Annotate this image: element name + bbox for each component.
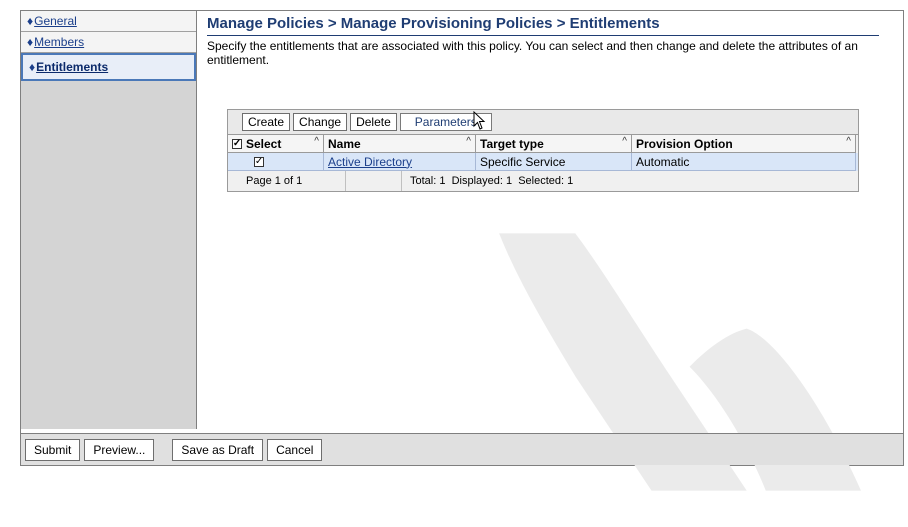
sort-icon[interactable]: ^ [314, 136, 319, 147]
sidebar-item-label[interactable]: Entitlements [36, 60, 108, 74]
sidebar-item-entitlements[interactable]: ♦Entitlements [21, 53, 196, 81]
column-header-label: Name [328, 136, 361, 151]
sort-icon[interactable]: ^ [846, 136, 851, 147]
target-type-cell: Specific Service [476, 153, 632, 171]
app-frame: ♦General ♦Members ♦Entitlements Manage P… [20, 10, 904, 491]
row-select-cell: ✓ [228, 153, 324, 171]
select-all-checkbox[interactable]: ✓ [232, 138, 242, 149]
sidebar-item-general[interactable]: ♦General [21, 11, 196, 32]
page-description: Specify the entitlements that are associ… [207, 39, 858, 67]
table-row[interactable]: ✓ Active Directory Specific Service Auto… [228, 153, 858, 171]
column-header-select[interactable]: ✓ Select ^ [228, 135, 324, 153]
sidebar-item-label[interactable]: Members [34, 35, 84, 49]
sort-icon[interactable]: ^ [622, 136, 627, 147]
watermark-shape [499, 233, 861, 491]
table-footer: Page 1 of 1 Total: 1 Displayed: 1 Select… [228, 171, 858, 191]
breadcrumb: Manage Policies > Manage Provisioning Po… [207, 15, 879, 36]
sidebar-item-label[interactable]: General [34, 14, 77, 28]
provision-option-cell: Automatic [632, 153, 856, 171]
cancel-button[interactable]: Cancel [267, 438, 323, 461]
column-header-target-type[interactable]: Target type ^ [476, 135, 632, 153]
table-summary: Total: 1 Displayed: 1 Selected: 1 [410, 175, 574, 187]
mouse-cursor-icon [473, 111, 486, 130]
delete-button[interactable]: Delete [350, 113, 397, 131]
change-button[interactable]: Change [293, 113, 348, 131]
bullet-icon: ♦ [27, 14, 34, 28]
save-as-draft-button[interactable]: Save as Draft [172, 438, 264, 461]
column-header-label: Provision Option [636, 136, 733, 151]
bullet-icon: ♦ [27, 35, 34, 49]
bullet-icon: ♦ [29, 60, 36, 74]
column-header-label: Select [246, 136, 282, 151]
page-indicator: Page 1 of 1 [228, 171, 346, 191]
sidebar: ♦General ♦Members ♦Entitlements [21, 11, 197, 429]
sort-icon[interactable]: ^ [466, 136, 471, 147]
footer-spacer [346, 171, 402, 191]
entitlements-table: Create Change Delete Parameters ✓ Select… [227, 109, 859, 192]
table-header: ✓ Select ^ Name ^ Target type ^ Provisio… [228, 134, 858, 153]
column-header-label: Target type [480, 136, 544, 151]
preview-button[interactable]: Preview... [84, 438, 155, 461]
name-cell: Active Directory [324, 153, 476, 171]
column-header-provision-option[interactable]: Provision Option ^ [632, 135, 856, 153]
row-checkbox[interactable]: ✓ [254, 156, 264, 167]
table-toolbar: Create Change Delete Parameters [228, 110, 858, 134]
sidebar-item-members[interactable]: ♦Members [21, 32, 196, 53]
submit-button[interactable]: Submit [25, 438, 81, 461]
column-header-name[interactable]: Name ^ [324, 135, 476, 153]
entitlement-name-link[interactable]: Active Directory [328, 155, 412, 169]
main-content: Manage Policies > Manage Provisioning Po… [207, 15, 897, 67]
action-bar: Submit Preview... Save as Draft Cancel [21, 433, 903, 465]
create-button[interactable]: Create [242, 113, 291, 131]
